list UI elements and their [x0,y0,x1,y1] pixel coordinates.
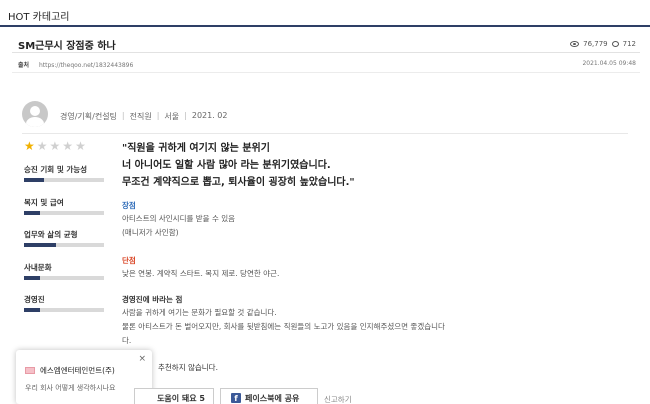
meta-status: 전직원 [129,112,152,121]
report-link[interactable]: 신고하기 [324,394,352,404]
category-bar [24,211,104,215]
facebook-share-button[interactable]: f 페이스북에 공유 [220,388,318,404]
helpful-button[interactable]: 도움이 돼요 5 [134,388,214,404]
post-date: 2021.04.05 09:48 [582,60,636,67]
category-bar-fill [24,308,40,312]
wish-label: 경영진에 바라는 점 [122,295,183,304]
star-empty-icon: ★ [49,139,63,153]
avatar [22,101,48,127]
category-header: HOT 카테고리 [0,0,650,27]
popup-company: 에스엠엔터테인먼트(주) [40,366,115,375]
star-filled-icon: ★ [24,139,37,153]
recommend-text: 추천하지 않습니다. [158,363,218,372]
review-meta: 경영/기획/컨설팅 | 전직원 | 서울 | 2021. 02 [60,111,228,121]
popup-question[interactable]: 우리 회사 어떻게 생각하시나요 [25,383,115,393]
meta-job: 경영/기획/컨설팅 [60,112,117,121]
rating-stars: ★★★★★ [24,139,88,153]
comment-count: 712 [622,40,636,48]
star-empty-icon: ★ [75,139,88,153]
category-bar-fill [24,276,40,280]
company-popup[interactable]: × 에스엠엔터테인먼트(주) 우리 회사 어떻게 생각하시나요 [16,350,152,404]
meta-date: 2021. 02 [191,111,228,120]
source-label: 출처 [18,62,30,69]
facebook-icon: f [231,393,241,403]
category-bar [24,178,104,182]
pros-text: 아티스트의 사인시디를 받을 수 있음 (매니저가 사인함) [122,214,236,237]
view-count: 76,779 [583,40,608,48]
close-icon[interactable]: × [138,354,146,364]
company-logo-icon [25,367,35,374]
divider [12,72,640,73]
eye-icon [570,41,580,47]
source-link[interactable]: https://theqoo.net/1832443896 [39,62,133,69]
category-label: 사내문화 [24,263,52,272]
category-label: 경영진 [24,295,45,304]
source-row: 출처 https://theqoo.net/1832443896 [18,60,133,69]
category-label: 복지 및 급여 [24,198,64,207]
pros-label: 장점 [122,201,136,210]
post-stats: 76,779 712 [570,40,636,48]
cons-label: 단점 [122,256,136,265]
category-bar [24,276,104,280]
category-bar-fill [24,178,44,182]
category-bar-fill [24,211,40,215]
category-bar-fill [24,243,56,247]
divider [22,133,628,134]
category-label: 승진 기회 및 가능성 [24,165,88,174]
cons-text: 낮은 연봉. 계약직 스타트. 복지 제로. 당연한 야근. [122,269,280,278]
comment-icon [611,41,619,47]
category-bar [24,243,104,247]
divider [12,52,640,53]
star-empty-icon: ★ [62,139,76,153]
category-title: HOT 카테고리 [8,12,70,23]
post-title[interactable]: SM근무시 장점중 하나 [18,37,116,52]
meta-location: 서울 [164,112,180,121]
wish-text: 사람을 귀하게 여기는 문화가 필요할 것 같습니다. 물론 아티스트가 돈 벌… [122,308,445,345]
star-empty-icon: ★ [36,139,50,153]
category-label: 업무와 삶의 균형 [24,230,78,239]
facebook-share-label: 페이스북에 공유 [245,393,300,403]
category-bar [24,308,104,312]
review-headline: "직원을 귀하게 여기지 않는 분위기 너 아니어도 일할 사람 많아 라는 분… [122,143,355,188]
